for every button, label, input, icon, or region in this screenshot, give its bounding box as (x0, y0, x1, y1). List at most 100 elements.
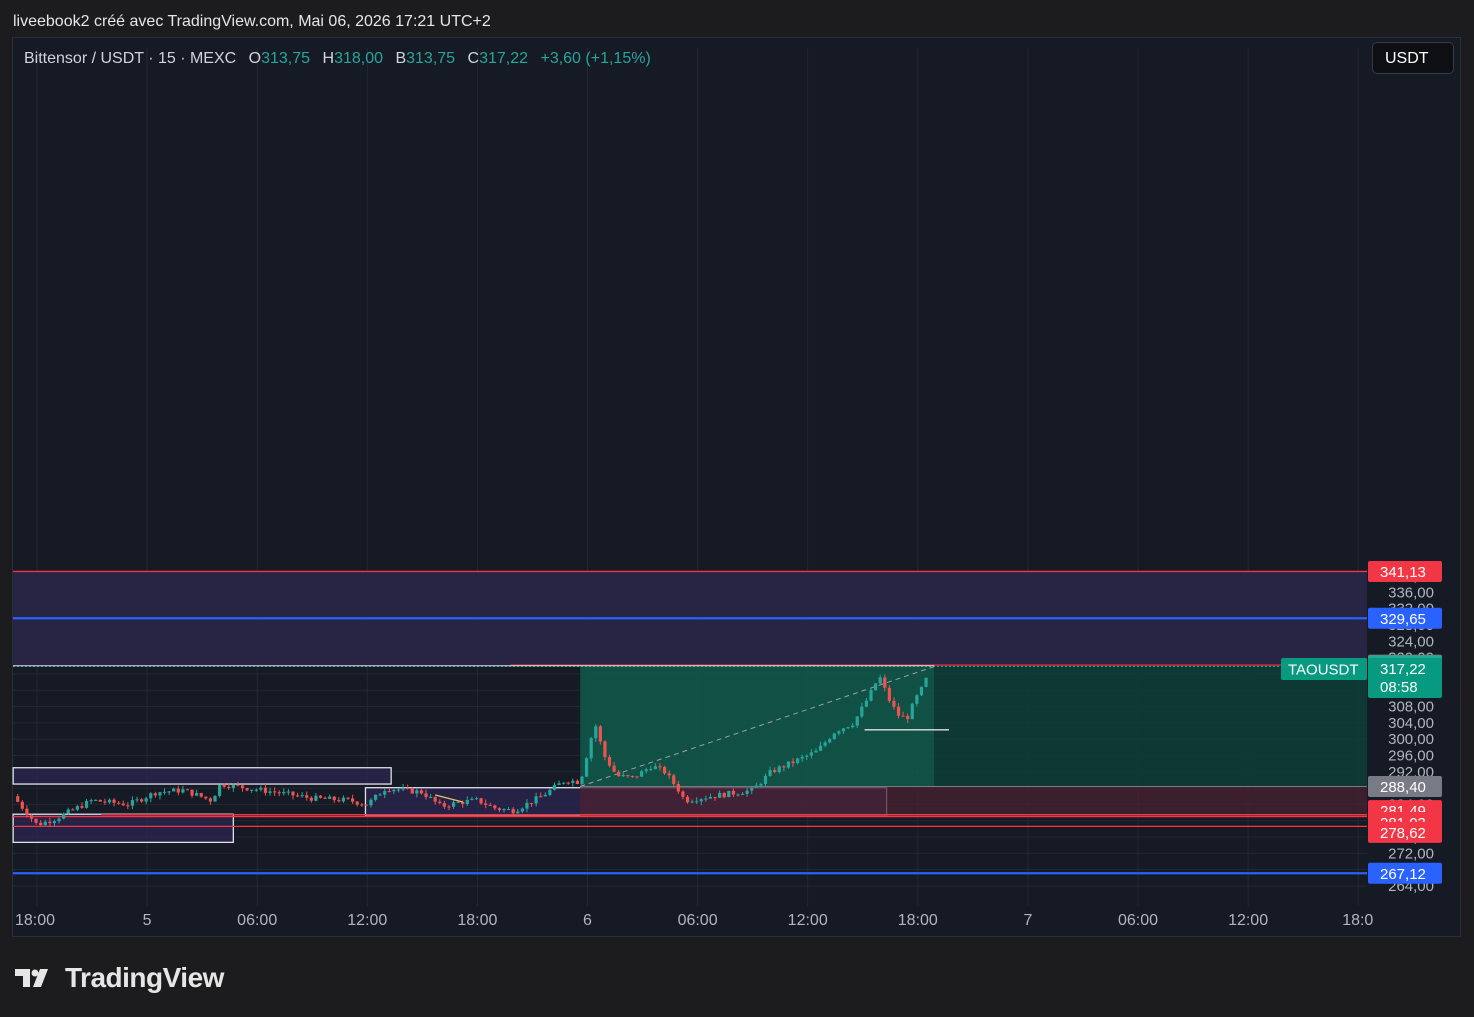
candle-body (878, 677, 882, 684)
candle-body (479, 798, 483, 804)
candle-body (429, 796, 433, 798)
candle-body (681, 791, 685, 797)
candle-body (497, 808, 502, 811)
candle-body (415, 790, 419, 794)
candle-body (520, 808, 524, 812)
candle-body (658, 766, 662, 768)
currency-button[interactable]: USDT (1372, 42, 1454, 74)
candle-body (823, 742, 827, 746)
candle-body (584, 758, 589, 777)
time-tick-label: 06:00 (237, 912, 277, 929)
time-axis: 18:00 5 06:00 12:00 18:00 6 06:00 12:00 18:00 7 06… (15, 912, 1373, 929)
candle-body (474, 798, 479, 800)
candle-body (144, 798, 148, 802)
candle-body (763, 775, 768, 785)
candle-body (236, 784, 240, 786)
bar-countdown: 08:58 (1380, 679, 1418, 696)
candle-body (355, 801, 359, 805)
candle-body (617, 771, 621, 777)
candle-body (727, 790, 731, 798)
candle-body (107, 799, 112, 803)
candle-body (704, 798, 708, 800)
candle-body (369, 799, 373, 806)
candle-body (222, 784, 226, 787)
candle-body (580, 776, 584, 784)
candle-body (309, 797, 313, 801)
candle-body (273, 791, 277, 793)
candle-body (562, 782, 566, 784)
candle-body (809, 752, 813, 756)
candle-body (263, 787, 268, 793)
candle-body (456, 801, 460, 803)
candle-body (851, 725, 855, 728)
candle-body (419, 790, 424, 794)
candle-body (318, 795, 323, 798)
candle-body (57, 818, 61, 822)
candle-body (488, 804, 492, 806)
candle-body (52, 821, 57, 824)
candle-body (635, 776, 639, 778)
candle-body (685, 796, 690, 803)
candle-body (139, 799, 144, 802)
candle-body (153, 793, 157, 796)
candle-body (39, 822, 43, 826)
candle-body (245, 788, 249, 791)
candle-body (29, 815, 34, 819)
price-tag-label: 329,65 (1380, 611, 1426, 628)
candle-body (525, 802, 529, 809)
fvg-zone[interactable] (12, 813, 234, 844)
time-tick-label: 5 (143, 912, 152, 929)
time-tick-label: 18:00 (15, 912, 55, 929)
candle-body (731, 790, 735, 795)
candle-body (341, 797, 346, 802)
candle-body (268, 791, 272, 793)
candle-body (410, 788, 414, 794)
candle-body (896, 706, 901, 716)
candle-body (484, 803, 488, 805)
price-chart[interactable]: 264,00268,00272,00276,00280,00284,00288,… (0, 0, 1474, 1017)
candle-body (502, 809, 506, 811)
candle-body (195, 793, 199, 796)
change-value: +3,60 (+1,15%) (540, 50, 651, 67)
candle-body (346, 797, 350, 799)
candle-body (25, 808, 29, 816)
candle-body (89, 800, 93, 802)
candle-body (66, 809, 70, 814)
candle-body (323, 797, 327, 799)
candle-body (864, 700, 869, 707)
candle-body (392, 789, 396, 792)
candle-body (649, 769, 653, 771)
candle-body (240, 785, 245, 789)
candle-body (713, 797, 717, 799)
candle-body (662, 766, 667, 774)
candle-body (204, 796, 208, 799)
candle-body (378, 794, 382, 796)
candle-body (529, 802, 534, 804)
candle-body (71, 809, 75, 811)
candle-body (396, 789, 401, 791)
candle-body (176, 788, 180, 793)
candle-body (337, 800, 341, 802)
candle-body (786, 761, 791, 768)
candle-body (846, 727, 850, 729)
candle-body (626, 775, 630, 777)
candle-body (832, 733, 836, 740)
fvg-zone[interactable] (12, 767, 392, 785)
candle-body (98, 799, 102, 802)
candle-body (286, 791, 290, 793)
candle-body (80, 806, 84, 808)
price-tag-label: 288,40 (1380, 779, 1426, 796)
candle-body (805, 755, 809, 757)
open-value: 313,75 (261, 50, 311, 67)
candle-body (782, 766, 786, 768)
candle-body (442, 803, 446, 807)
time-tick-label: 6 (583, 912, 592, 929)
candle-body (796, 758, 800, 764)
tradingview-logo-icon (15, 969, 48, 987)
candle-body (906, 715, 910, 720)
open-key: O (248, 50, 262, 67)
price-tag: 341,13 (1368, 560, 1442, 582)
candle-body (208, 798, 213, 802)
candle-body (603, 741, 607, 758)
candle-body (690, 801, 694, 803)
